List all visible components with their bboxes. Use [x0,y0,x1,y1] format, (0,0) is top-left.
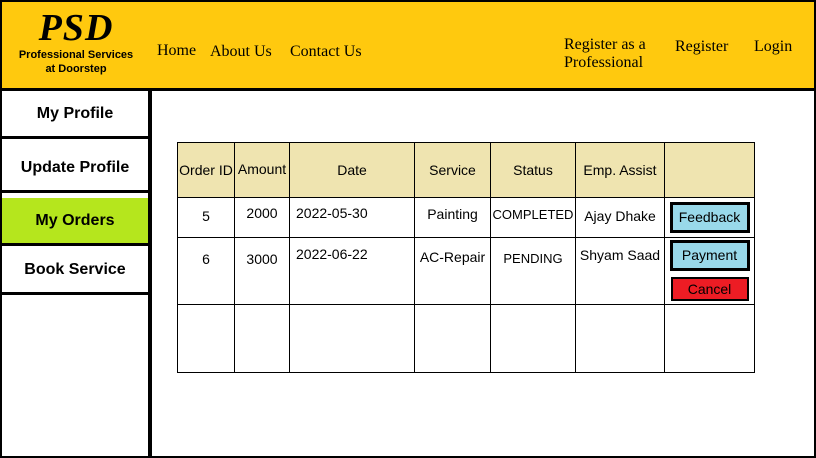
cell-date: 2022-05-30 [289,197,415,238]
nav-register-professional-link[interactable]: Register as a Professional [564,36,646,72]
cell-amount: 2000 [234,197,290,238]
cancel-button[interactable]: Cancel [670,277,749,301]
cell-service: Painting [414,197,491,238]
column-header-service: Service [414,142,491,198]
feedback-button[interactable]: Feedback [669,202,750,233]
logo[interactable]: PSD [10,8,142,48]
header-bar: PSD Professional Services at Doorstep Ho… [2,2,814,91]
nav-contact-link[interactable]: Contact Us [290,43,362,61]
column-header-status: Status [490,142,576,198]
column-header-date: Date [289,142,415,198]
cell-emp-assist: Ajay Dhake [575,197,665,238]
tagline-line-1: Professional Services [18,49,134,61]
orders-table: Order ID Amount Date Service Status Emp.… [177,142,755,373]
sidebar-item-my-orders[interactable]: My Orders [2,198,148,246]
cell-actions: Payment Cancel [664,237,755,305]
cell-service: AC-Repair [414,237,491,305]
logo-block[interactable]: PSD Professional Services at Doorstep [10,8,142,76]
column-header-amount: Amount [234,142,290,198]
tagline-line-2: at Doorstep [45,63,107,75]
cell-date: 2022-06-22 [289,237,415,305]
cell-emp-assist: Shyam Saad [575,237,665,305]
column-header-emp-assist: Emp. Assist [575,142,665,198]
cell-order-id: 6 [177,237,235,305]
table-header-row: Order ID Amount Date Service Status Emp.… [177,142,755,198]
cell-status: PENDING [490,237,576,305]
nav-register-link[interactable]: Register [675,38,728,56]
column-header-actions [664,142,755,198]
column-header-order-id: Order ID [177,142,235,198]
nav-login-link[interactable]: Login [754,38,792,56]
sidebar-item-book-service[interactable]: Book Service [2,248,148,295]
table-row: 6 3000 2022-06-22 AC-Repair PENDING Shya… [177,237,755,305]
sidebar: My Profile Update Profile My Orders Book… [2,91,152,456]
table-row-empty [177,304,755,373]
sidebar-item-my-profile[interactable]: My Profile [2,91,148,139]
cell-order-id: 5 [177,197,235,238]
nav-register-professional-line-2: Professional [564,54,644,71]
table-row: 5 2000 2022-05-30 Painting COMPLETED Aja… [177,197,755,238]
nav-home-link[interactable]: Home [157,42,196,60]
nav-about-link[interactable]: About Us [210,43,272,61]
sidebar-item-update-profile[interactable]: Update Profile [2,145,148,193]
nav-register-professional-line-1: Register as a [564,36,646,53]
cell-actions: Feedback [664,197,755,238]
cell-status: COMPLETED [490,197,576,238]
cell-amount: 3000 [234,237,290,305]
payment-button[interactable]: Payment [669,240,750,271]
